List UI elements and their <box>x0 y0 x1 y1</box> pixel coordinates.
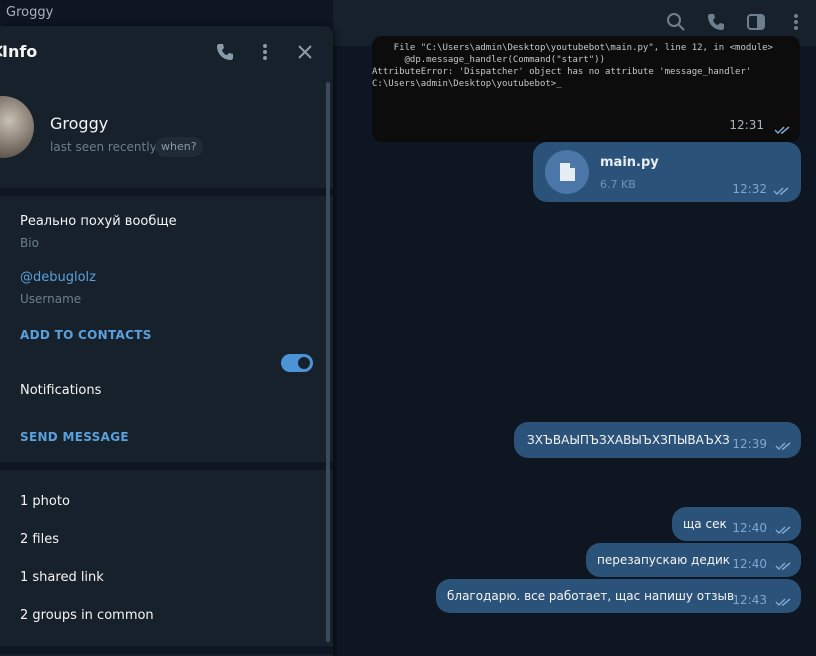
read-ticks-icon <box>775 440 793 451</box>
search-icon[interactable] <box>666 12 686 32</box>
media-row-photos[interactable]: 1 photo <box>20 494 70 509</box>
info-panel: Info Groggy last seen recently when? Реа… <box>0 26 333 656</box>
file-icon[interactable] <box>545 150 589 194</box>
read-ticks-icon <box>775 524 793 535</box>
media-row-files[interactable]: 2 files <box>20 532 59 547</box>
message-text: благодарю. все работает, щас напишу отзы… <box>447 589 735 603</box>
message-text: ща сек <box>683 517 727 531</box>
more-vertical-icon[interactable] <box>786 12 806 32</box>
close-icon[interactable] <box>295 42 315 62</box>
sidebar-icon[interactable] <box>746 12 766 32</box>
file-size: 6.7 KB <box>600 178 636 191</box>
message-time: 12:32 <box>732 182 767 196</box>
message-time: 12:39 <box>732 437 767 451</box>
media-row-links[interactable]: 1 shared link <box>20 570 104 585</box>
profile-name: Groggy <box>50 114 109 133</box>
message-text: перезапускаю дедик <box>597 553 731 567</box>
terminal-text: File "C:\Users\admin\Desktop\youtubebot\… <box>372 43 773 89</box>
panel-scrollbar[interactable] <box>326 82 330 642</box>
read-ticks-icon <box>775 560 793 571</box>
message-time: 12:43 <box>732 593 767 607</box>
when-button[interactable]: when? <box>155 137 203 157</box>
message-bubble[interactable]: ща сек 12:40 <box>672 507 801 541</box>
message-bubble[interactable]: благодарю. все работает, щас напишу отзы… <box>436 579 801 613</box>
toggle-knob <box>296 355 312 371</box>
message-time: 12:40 <box>732 521 767 535</box>
back-arrow-icon <box>0 45 3 57</box>
section-divider <box>0 188 333 196</box>
message-time: 12:40 <box>732 557 767 571</box>
message-time: 12:31 <box>729 118 764 132</box>
phone-icon[interactable] <box>706 12 726 32</box>
section-divider <box>0 462 333 470</box>
window-title: Groggy <box>6 5 54 20</box>
section-divider <box>0 646 333 654</box>
notifications-toggle[interactable] <box>281 354 313 372</box>
more-vertical-icon[interactable] <box>255 42 275 62</box>
read-ticks-icon <box>774 120 792 135</box>
username-label: Username <box>20 292 82 306</box>
bio-label: Bio <box>20 236 39 250</box>
file-name: main.py <box>600 155 659 170</box>
message-bubble[interactable]: перезапускаю дедик 12:40 <box>586 543 801 577</box>
phone-icon[interactable] <box>215 42 235 62</box>
send-message-button[interactable]: SEND MESSAGE <box>20 430 129 444</box>
add-to-contacts-button[interactable]: ADD TO CONTACTS <box>20 328 152 342</box>
media-row-groups[interactable]: 2 groups in common <box>20 608 154 623</box>
read-ticks-icon <box>775 596 793 607</box>
screenshot-message[interactable]: File "C:\Users\admin\Desktop\youtubebot\… <box>372 36 800 142</box>
message-text: ЗХЪВАЫПЪЗХАВЫЪХЗПЫВАЪХЗ <box>527 433 730 447</box>
read-ticks-icon <box>773 185 791 196</box>
file-message[interactable]: main.py 6.7 KB 12:32 <box>533 142 801 202</box>
last-seen-status: last seen recently <box>50 140 157 154</box>
username-value[interactable]: @debuglolz <box>20 270 96 285</box>
avatar[interactable] <box>0 96 34 158</box>
panel-title: Info <box>0 42 37 61</box>
notifications-label: Notifications <box>20 383 102 398</box>
bio-value: Реально похуй вообще <box>20 214 177 229</box>
message-bubble[interactable]: ЗХЪВАЫПЪЗХАВЫЪХЗПЫВАЪХЗ 12:39 <box>514 422 801 458</box>
